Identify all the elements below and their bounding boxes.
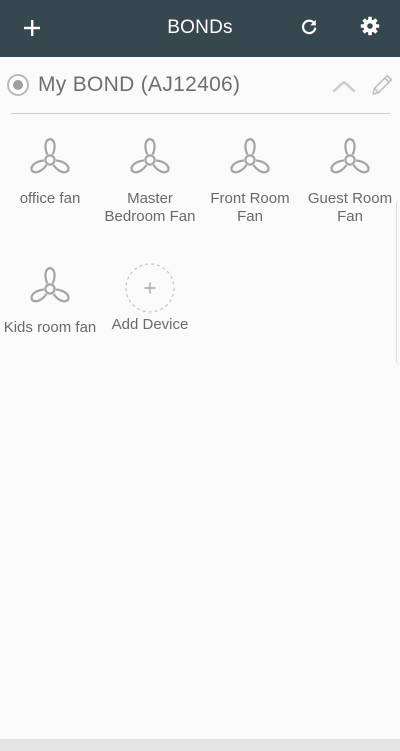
fan-icon xyxy=(330,137,370,174)
chevron-up-icon xyxy=(332,80,356,93)
fan-icon xyxy=(130,137,170,174)
collapse-button[interactable] xyxy=(330,74,358,98)
radio-dot xyxy=(13,80,23,90)
bond-name: My BOND (AJ12406) xyxy=(38,73,241,96)
pencil-icon xyxy=(372,74,393,95)
section-divider xyxy=(11,113,390,114)
refresh-button[interactable] xyxy=(294,12,324,42)
edit-bond-button[interactable] xyxy=(369,72,395,98)
scroll-indicator[interactable] xyxy=(396,200,400,365)
refresh-icon xyxy=(301,19,317,35)
device-tile-office-fan[interactable]: office fan xyxy=(0,137,100,208)
plus-circle-icon xyxy=(125,263,175,313)
device-label: Kids room fan xyxy=(3,319,97,336)
top-app-bar: BONDs xyxy=(0,0,400,57)
bond-group-header: My BOND (AJ12406) xyxy=(0,62,400,112)
device-tile-guest-room-fan[interactable]: Guest Room Fan xyxy=(300,137,400,226)
fan-icon xyxy=(30,137,70,174)
device-label: Front Room Fan xyxy=(210,190,290,225)
app-screen: BONDs My BOND (AJ12406) office fan Maste… xyxy=(0,0,400,751)
add-device-tile[interactable]: Add Device xyxy=(100,263,200,334)
settings-button[interactable] xyxy=(355,11,385,41)
device-tile-front-room-fan[interactable]: Front Room Fan xyxy=(200,137,300,226)
bond-select-radio[interactable] xyxy=(7,74,29,96)
gear-icon xyxy=(360,16,380,36)
device-tile-master-bedroom-fan[interactable]: Master Bedroom Fan xyxy=(100,137,200,226)
fan-icon xyxy=(230,137,270,174)
fan-icon xyxy=(30,266,70,303)
device-label: Guest Room Fan xyxy=(307,190,393,225)
page-title: BONDs xyxy=(167,17,233,38)
device-label: office fan xyxy=(19,190,81,207)
device-tile-kids-room-fan[interactable]: Kids room fan xyxy=(0,266,100,337)
device-label: Master Bedroom Fan xyxy=(104,190,196,225)
bottom-bar xyxy=(0,739,400,751)
add-device-label: Add Device xyxy=(111,316,189,333)
